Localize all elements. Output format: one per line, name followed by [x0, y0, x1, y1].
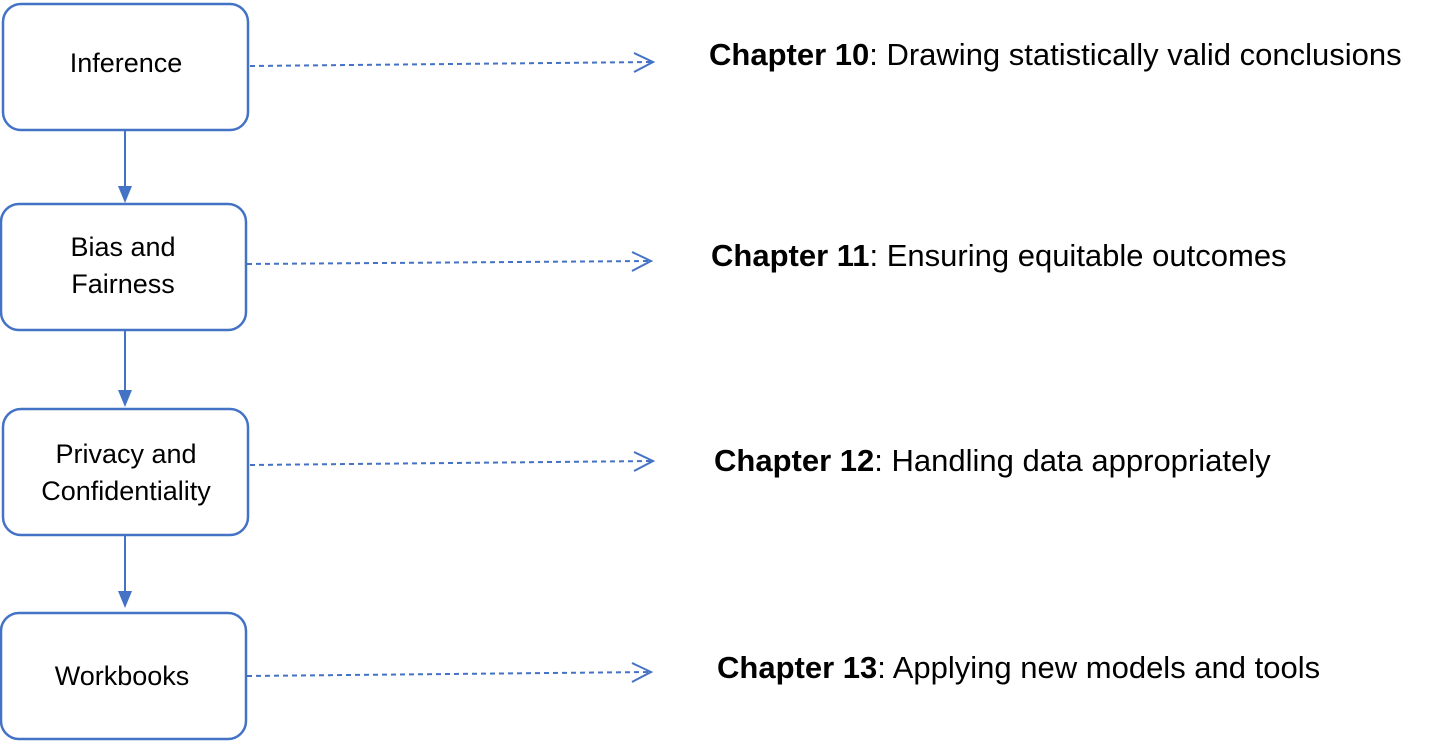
flow-box-privacy-confidentiality-frame — [1, 407, 250, 537]
chapter-number-10: Chapter 10 — [709, 37, 869, 72]
chapter-separator-12: : — [874, 443, 891, 478]
chapter-label-10: Chapter 10: Drawing statistically valid … — [709, 37, 1402, 72]
chapter-number-11: Chapter 11 — [711, 238, 870, 273]
flow-box-workbooks: Workbooks — [0, 611, 248, 741]
flow-box-bias-fairness-label-line-1: Bias and — [70, 232, 175, 262]
flow-box-bias-fairness-frame — [0, 202, 248, 332]
chapter-label-13: Chapter 13: Applying new models and tool… — [717, 650, 1320, 685]
chapter-description-12: Handling data appropriately — [891, 443, 1271, 478]
open-arrow-head-1 — [633, 52, 656, 73]
dashed-arrow-3 — [249, 451, 656, 472]
chapter-description-11: Ensuring equitable outcomes — [887, 238, 1287, 273]
chapter-label-11: Chapter 11: Ensuring equitable outcomes — [711, 238, 1287, 273]
arrow-head-3 — [118, 591, 132, 608]
flow-box-privacy-confidentiality-label-line-2: Confidentiality — [41, 476, 211, 506]
flow-arrow-1 — [118, 130, 132, 203]
flow-box-workbooks-label: Workbooks — [55, 661, 190, 691]
arrow-head-1 — [118, 186, 132, 203]
chapter-number-13: Chapter 13 — [717, 650, 877, 685]
dashed-arrow-2 — [246, 251, 654, 272]
flow-arrow-3 — [118, 535, 132, 608]
flow-box-bias-fairness-label-line-2: Fairness — [71, 269, 175, 299]
chapter-separator-10: : — [869, 37, 886, 72]
chapter-separator-11: : — [870, 238, 887, 273]
open-arrow-head-3 — [633, 451, 656, 472]
flow-box-bias-fairness: Bias and Fairness — [0, 202, 248, 332]
flow-box-privacy-confidentiality: Privacy and Confidentiality — [1, 407, 250, 537]
chapter-number-12: Chapter 12 — [714, 443, 874, 478]
flow-box-inference: Inference — [1, 2, 250, 132]
chapter-flow-diagram: Inference Bias and Fairness Privacy and … — [0, 2, 1402, 741]
dashed-arrow-4 — [246, 662, 654, 683]
chapter-description-10: Drawing statistically valid conclusions — [886, 37, 1401, 72]
chapter-separator-13: : — [877, 650, 893, 685]
flow-arrow-2 — [118, 330, 132, 407]
flow-box-inference-label: Inference — [70, 48, 183, 78]
chapter-label-12: Chapter 12: Handling data appropriately — [714, 443, 1271, 478]
chapter-description-13: Applying new models and tools — [893, 650, 1320, 685]
dashed-arrow-1 — [249, 52, 656, 73]
arrow-head-2 — [118, 390, 132, 407]
flow-box-privacy-confidentiality-label-line-1: Privacy and — [55, 439, 196, 469]
